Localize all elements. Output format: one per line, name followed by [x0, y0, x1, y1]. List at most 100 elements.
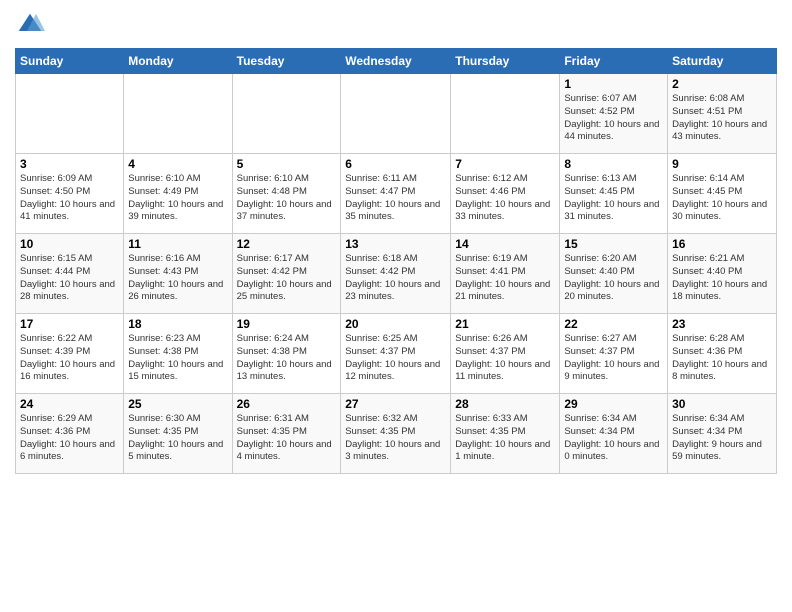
- day-number: 1: [564, 77, 663, 91]
- day-number: 8: [564, 157, 663, 171]
- calendar-header-saturday: Saturday: [668, 49, 777, 74]
- logo-icon: [15, 10, 45, 40]
- day-info: Sunrise: 6:20 AMSunset: 4:40 PMDaylight:…: [564, 253, 663, 304]
- day-number: 3: [20, 157, 119, 171]
- day-number: 12: [237, 237, 337, 251]
- day-number: 20: [345, 317, 446, 331]
- day-info: Sunrise: 6:23 AMSunset: 4:38 PMDaylight:…: [128, 333, 227, 384]
- calendar-cell: 22 Sunrise: 6:27 AMSunset: 4:37 PMDayligh…: [560, 314, 668, 394]
- calendar-week-4: 17 Sunrise: 6:22 AMSunset: 4:39 PMDayligh…: [16, 314, 777, 394]
- day-info: Sunrise: 6:12 AMSunset: 4:46 PMDaylight:…: [455, 173, 555, 224]
- day-number: 18: [128, 317, 227, 331]
- day-info: Sunrise: 6:26 AMSunset: 4:37 PMDaylight:…: [455, 333, 555, 384]
- calendar-header-row: SundayMondayTuesdayWednesdayThursdayFrid…: [16, 49, 777, 74]
- calendar: SundayMondayTuesdayWednesdayThursdayFrid…: [15, 48, 777, 474]
- day-number: 29: [564, 397, 663, 411]
- calendar-cell: [451, 74, 560, 154]
- day-number: 6: [345, 157, 446, 171]
- calendar-cell: 21 Sunrise: 6:26 AMSunset: 4:37 PMDayligh…: [451, 314, 560, 394]
- day-info: Sunrise: 6:10 AMSunset: 4:49 PMDaylight:…: [128, 173, 227, 224]
- calendar-cell: 10Sunrise: 6:15 AMSunset: 4:44 PMDayligh…: [16, 234, 124, 314]
- day-info: Sunrise: 6:34 AMSunset: 4:34 PMDaylight:…: [672, 413, 772, 464]
- day-number: 2: [672, 77, 772, 91]
- day-info: Sunrise: 6:11 AMSunset: 4:47 PMDaylight:…: [345, 173, 446, 224]
- calendar-cell: 28 Sunrise: 6:33 AMSunset: 4:35 PMDayligh…: [451, 394, 560, 474]
- calendar-cell: [232, 74, 341, 154]
- day-number: 27: [345, 397, 446, 411]
- calendar-cell: 30 Sunrise: 6:34 AMSunset: 4:34 PMDayligh…: [668, 394, 777, 474]
- day-number: 26: [237, 397, 337, 411]
- day-number: 30: [672, 397, 772, 411]
- calendar-cell: 20 Sunrise: 6:25 AMSunset: 4:37 PMDayligh…: [341, 314, 451, 394]
- day-info: Sunrise: 6:09 AMSunset: 4:50 PMDaylight:…: [20, 173, 119, 224]
- calendar-cell: 9 Sunrise: 6:14 AMSunset: 4:45 PMDaylight…: [668, 154, 777, 234]
- calendar-cell: 14Sunrise: 6:19 AMSunset: 4:41 PMDayligh…: [451, 234, 560, 314]
- calendar-cell: [16, 74, 124, 154]
- calendar-week-2: 3 Sunrise: 6:09 AMSunset: 4:50 PMDaylight…: [16, 154, 777, 234]
- day-info: Sunrise: 6:10 AMSunset: 4:48 PMDaylight:…: [237, 173, 337, 224]
- day-number: 16: [672, 237, 772, 251]
- day-info: Sunrise: 6:16 AMSunset: 4:43 PMDaylight:…: [128, 253, 227, 304]
- calendar-cell: 8 Sunrise: 6:13 AMSunset: 4:45 PMDaylight…: [560, 154, 668, 234]
- day-info: Sunrise: 6:33 AMSunset: 4:35 PMDaylight:…: [455, 413, 555, 464]
- calendar-header-wednesday: Wednesday: [341, 49, 451, 74]
- day-info: Sunrise: 6:19 AMSunset: 4:41 PMDaylight:…: [455, 253, 555, 304]
- day-info: Sunrise: 6:22 AMSunset: 4:39 PMDaylight:…: [20, 333, 119, 384]
- day-number: 15: [564, 237, 663, 251]
- calendar-cell: 25 Sunrise: 6:30 AMSunset: 4:35 PMDayligh…: [124, 394, 232, 474]
- day-info: Sunrise: 6:17 AMSunset: 4:42 PMDaylight:…: [237, 253, 337, 304]
- calendar-header-sunday: Sunday: [16, 49, 124, 74]
- calendar-cell: 11 Sunrise: 6:16 AMSunset: 4:43 PMDayligh…: [124, 234, 232, 314]
- calendar-cell: 16 Sunrise: 6:21 AMSunset: 4:40 PMDayligh…: [668, 234, 777, 314]
- calendar-body: 1Sunrise: 6:07 AMSunset: 4:52 PMDaylight…: [16, 74, 777, 474]
- day-number: 13: [345, 237, 446, 251]
- day-info: Sunrise: 6:30 AMSunset: 4:35 PMDaylight:…: [128, 413, 227, 464]
- day-info: Sunrise: 6:29 AMSunset: 4:36 PMDaylight:…: [20, 413, 119, 464]
- calendar-cell: 24 Sunrise: 6:29 AMSunset: 4:36 PMDayligh…: [16, 394, 124, 474]
- logo: [15, 10, 49, 40]
- calendar-cell: 27Sunrise: 6:32 AMSunset: 4:35 PMDayligh…: [341, 394, 451, 474]
- day-number: 7: [455, 157, 555, 171]
- day-info: Sunrise: 6:25 AMSunset: 4:37 PMDaylight:…: [345, 333, 446, 384]
- day-info: Sunrise: 6:14 AMSunset: 4:45 PMDaylight:…: [672, 173, 772, 224]
- day-info: Sunrise: 6:13 AMSunset: 4:45 PMDaylight:…: [564, 173, 663, 224]
- calendar-cell: 6 Sunrise: 6:11 AMSunset: 4:47 PMDaylight…: [341, 154, 451, 234]
- page: SundayMondayTuesdayWednesdayThursdayFrid…: [0, 0, 792, 612]
- calendar-cell: 1Sunrise: 6:07 AMSunset: 4:52 PMDaylight…: [560, 74, 668, 154]
- day-number: 28: [455, 397, 555, 411]
- calendar-cell: 26 Sunrise: 6:31 AMSunset: 4:35 PMDayligh…: [232, 394, 341, 474]
- day-number: 24: [20, 397, 119, 411]
- day-info: Sunrise: 6:21 AMSunset: 4:40 PMDaylight:…: [672, 253, 772, 304]
- day-number: 9: [672, 157, 772, 171]
- calendar-cell: 3 Sunrise: 6:09 AMSunset: 4:50 PMDaylight…: [16, 154, 124, 234]
- calendar-cell: 15 Sunrise: 6:20 AMSunset: 4:40 PMDayligh…: [560, 234, 668, 314]
- day-number: 4: [128, 157, 227, 171]
- day-info: Sunrise: 6:08 AMSunset: 4:51 PMDaylight:…: [672, 93, 772, 144]
- day-number: 17: [20, 317, 119, 331]
- calendar-cell: [124, 74, 232, 154]
- calendar-cell: 2 Sunrise: 6:08 AMSunset: 4:51 PMDaylight…: [668, 74, 777, 154]
- day-info: Sunrise: 6:27 AMSunset: 4:37 PMDaylight:…: [564, 333, 663, 384]
- calendar-week-5: 24 Sunrise: 6:29 AMSunset: 4:36 PMDayligh…: [16, 394, 777, 474]
- day-number: 21: [455, 317, 555, 331]
- calendar-cell: 4 Sunrise: 6:10 AMSunset: 4:49 PMDaylight…: [124, 154, 232, 234]
- day-info: Sunrise: 6:31 AMSunset: 4:35 PMDaylight:…: [237, 413, 337, 464]
- day-info: Sunrise: 6:18 AMSunset: 4:42 PMDaylight:…: [345, 253, 446, 304]
- calendar-week-3: 10Sunrise: 6:15 AMSunset: 4:44 PMDayligh…: [16, 234, 777, 314]
- calendar-cell: 5 Sunrise: 6:10 AMSunset: 4:48 PMDaylight…: [232, 154, 341, 234]
- day-number: 22: [564, 317, 663, 331]
- calendar-header-friday: Friday: [560, 49, 668, 74]
- calendar-cell: [341, 74, 451, 154]
- header: [15, 10, 777, 40]
- calendar-cell: 13 Sunrise: 6:18 AMSunset: 4:42 PMDayligh…: [341, 234, 451, 314]
- day-number: 11: [128, 237, 227, 251]
- day-number: 19: [237, 317, 337, 331]
- calendar-cell: 17 Sunrise: 6:22 AMSunset: 4:39 PMDayligh…: [16, 314, 124, 394]
- day-info: Sunrise: 6:15 AMSunset: 4:44 PMDaylight:…: [20, 253, 119, 304]
- day-number: 5: [237, 157, 337, 171]
- day-number: 25: [128, 397, 227, 411]
- day-info: Sunrise: 6:34 AMSunset: 4:34 PMDaylight:…: [564, 413, 663, 464]
- calendar-header-thursday: Thursday: [451, 49, 560, 74]
- day-info: Sunrise: 6:28 AMSunset: 4:36 PMDaylight:…: [672, 333, 772, 384]
- calendar-cell: 23Sunrise: 6:28 AMSunset: 4:36 PMDayligh…: [668, 314, 777, 394]
